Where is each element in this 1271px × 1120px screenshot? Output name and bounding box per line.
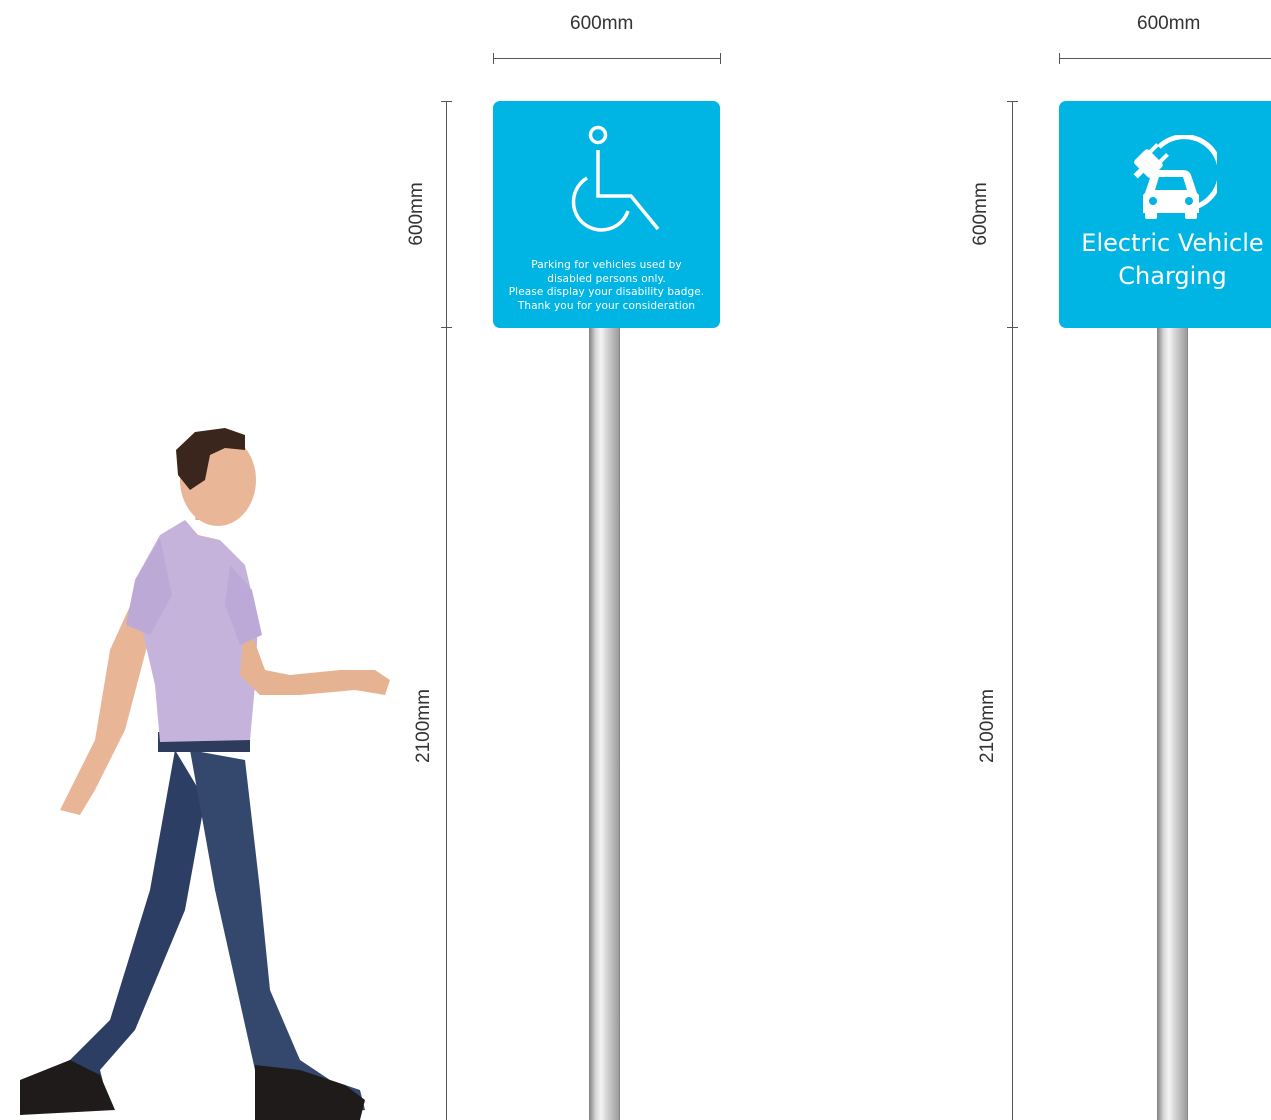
left-width-tick-end (720, 53, 721, 64)
left-height-tick-top (441, 101, 452, 102)
left-sign-height-label: 600mm (406, 182, 427, 246)
left-pole-height-label: 2100mm (413, 689, 434, 763)
left-sign-pole (589, 325, 620, 1120)
right-width-dimension-line (1059, 58, 1271, 59)
right-sign-pole (1157, 325, 1188, 1120)
left-sign-width-label: 600mm (570, 13, 634, 34)
disabled-parking-text: Parking for vehicles used by disabled pe… (493, 259, 720, 313)
ev-charging-title: Electric Vehicle Charging (1059, 227, 1271, 293)
walking-man-figure (20, 428, 390, 1120)
right-sign-height-label: 600mm (970, 182, 991, 246)
sign-text-line: Please display your disability badge. (508, 286, 705, 298)
right-width-tick-start (1059, 53, 1060, 64)
right-pole-height-label: 2100mm (977, 689, 998, 763)
ev-charging-car-icon (1133, 135, 1217, 219)
disabled-parking-sign: Parking for vehicles used by disabled pe… (493, 101, 720, 328)
sign-text-line: disabled persons only. (547, 272, 666, 285)
right-sign-width-label: 600mm (1137, 13, 1201, 34)
sign-text-line: Thank you for your consideration (517, 299, 696, 312)
ev-title-line1: Electric Vehicle (1081, 229, 1264, 257)
left-height-tick-mid (441, 327, 452, 328)
ev-charging-sign: Electric Vehicle Charging (1059, 101, 1271, 328)
left-width-dimension-line (493, 58, 720, 59)
right-height-tick-top (1007, 101, 1018, 102)
wheelchair-icon (571, 125, 660, 232)
ev-title-line2: Charging (1118, 262, 1227, 290)
sign-text-line: Parking for vehicles used by (531, 259, 682, 271)
left-height-dimension-line (446, 101, 447, 1120)
left-width-tick-start (493, 53, 494, 64)
right-height-dimension-line (1012, 101, 1013, 1120)
right-height-tick-mid (1007, 327, 1018, 328)
